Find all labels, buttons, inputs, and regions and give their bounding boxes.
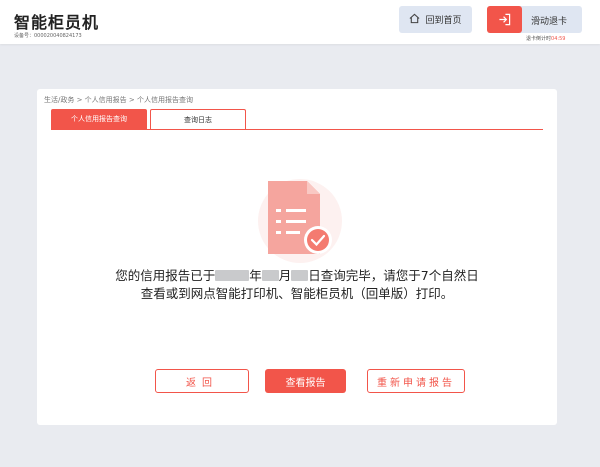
tab-underline — [51, 129, 543, 130]
home-icon — [409, 13, 420, 27]
tab-query-log[interactable]: 查询日志 — [150, 109, 246, 129]
eject-card-label: 滑动退卡 — [531, 17, 568, 27]
countdown-label: 退卡倒计时 — [526, 36, 552, 42]
redacted-day — [291, 270, 309, 281]
device-number: 设备号：000020040824173 — [14, 33, 82, 39]
redacted-month — [261, 270, 279, 281]
breadcrumb: 生活/政务 > 个人信用报告 > 个人信用报告查询 — [44, 96, 193, 104]
home-button-label: 回到首页 — [425, 16, 462, 26]
home-button[interactable]: 回到首页 — [399, 6, 472, 33]
reapply-report-button[interactable]: 重新申请报告 — [367, 369, 465, 393]
top-bar: 智能柜员机 设备号：000020040824173 回到首页 滑动退卡 退卡倒计… — [0, 0, 600, 44]
back-button[interactable]: 返回 — [155, 369, 249, 393]
tab-credit-report-query[interactable]: 个人信用报告查询 — [51, 109, 147, 129]
view-report-button[interactable]: 查看报告 — [265, 369, 346, 393]
exit-icon — [487, 6, 522, 33]
status-message-line-2: 查看或到网点智能打印机、智能柜员机（回单版）打印。 — [140, 286, 454, 301]
app-title: 智能柜员机 — [14, 13, 100, 32]
status-message: 您的信用报告已于年月日查询完毕，请您于7个自然日 查看或到网点智能打印机、智能柜… — [37, 267, 557, 303]
main-panel: 生活/政务 > 个人信用报告 > 个人信用报告查询 个人信用报告查询 查询日志 … — [37, 89, 557, 425]
report-check-icon — [250, 176, 350, 266]
countdown-time: 04:59 — [551, 36, 566, 42]
card-countdown: 退卡倒计时04:59 — [526, 35, 565, 42]
redacted-year — [215, 270, 250, 281]
eject-card-button[interactable]: 滑动退卡 — [487, 6, 582, 33]
status-message-line-1: 您的信用报告已于年月日查询完毕，请您于7个自然日 — [115, 268, 479, 283]
